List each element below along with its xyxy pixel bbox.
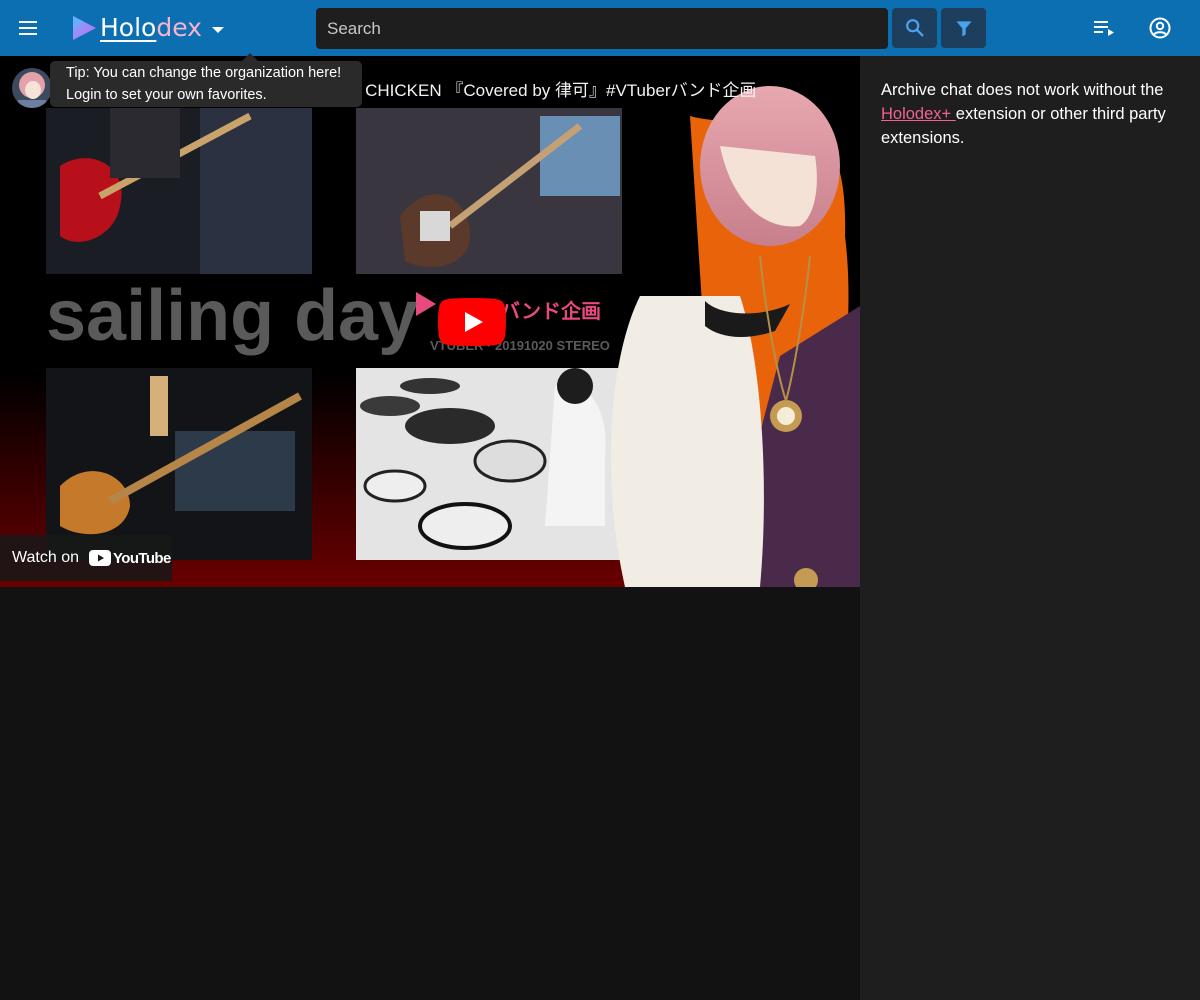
notice-text-start: Archive chat does not work without the [881,81,1164,99]
playlist-play-icon[interactable] [1092,16,1116,40]
thumbnail-title-text: sailing day [46,276,418,356]
search-button[interactable] [892,8,937,48]
tooltip-line-2: Login to set your own favorites. [66,87,267,103]
video-title[interactable]: F CHICKEN 『Covered by 律可』#VTuberバンド企画 [350,76,756,101]
youtube-video-player[interactable]: sailing day バンド企画 VTUBER · 20191020 STER… [0,56,860,587]
account-circle-icon[interactable] [1148,16,1172,40]
watch-on-youtube-link[interactable]: Watch on YouTube [0,535,172,581]
app-bar: Holodex [0,0,1200,56]
organization-tip-tooltip: Tip: You can change the organization her… [50,53,362,107]
magnify-icon [905,19,924,37]
tooltip-line-1: Tip: You can change the organization her… [66,65,342,81]
filter-button[interactable] [941,8,986,48]
organization-switcher[interactable]: Holodex [70,12,224,44]
youtube-wordmark: YouTube [113,549,171,567]
archive-chat-notice: Archive chat does not work without the H… [881,78,1181,150]
holodex-logo-icon [73,16,96,40]
chevron-down-icon[interactable] [211,26,224,33]
youtube-play-button-icon[interactable] [438,298,506,346]
video-thumbnail: sailing day バンド企画 VTUBER · 20191020 STER… [0,56,860,587]
holodex-plus-link[interactable]: Holodex+ [881,105,956,123]
avatar-image [12,68,52,108]
thumbnail-subtitle-text: バンド企画 [500,299,601,323]
youtube-logo-icon [89,550,111,566]
search-bar [316,8,888,49]
hamburger-menu-icon[interactable] [16,16,40,40]
tooltip-arrow [242,53,258,61]
search-input[interactable] [327,18,877,39]
youtube-logo: YouTube [89,550,171,567]
funnel-filter-icon [956,21,971,37]
holodex-logo-text: Holodex [100,13,202,42]
chat-panel: Archive chat does not work without the H… [860,56,1200,1000]
channel-avatar[interactable] [12,68,52,108]
watch-on-label: Watch on [12,549,79,566]
